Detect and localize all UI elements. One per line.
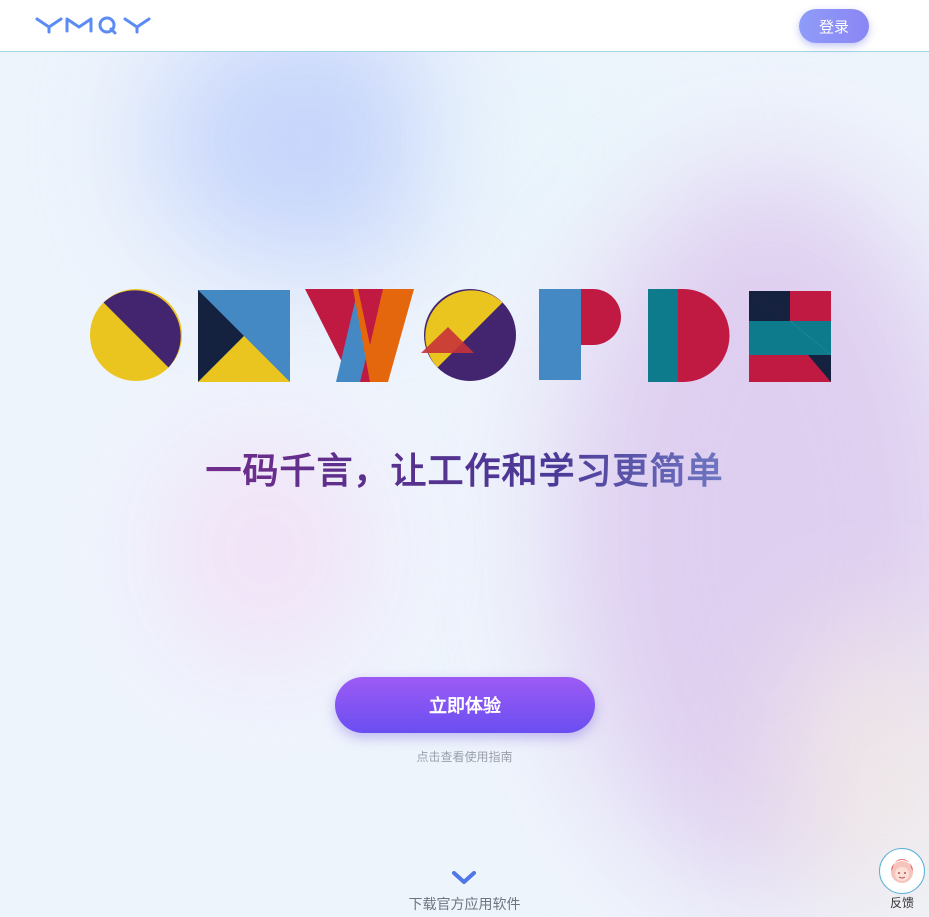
letter-k [198, 290, 290, 382]
feedback-label: 反馈 [889, 896, 914, 910]
hero-slogan: 一码千言，让工作和学习更简单 [0, 442, 929, 494]
letter-d [648, 289, 730, 382]
top-header: 登录 [0, 0, 929, 52]
letter-s [749, 291, 831, 382]
letter-w [305, 289, 414, 382]
letter-o-2 [421, 289, 516, 381]
letter-o-1 [90, 289, 182, 381]
download-app-link[interactable]: 下载官方应用软件 [0, 894, 929, 914]
try-now-button[interactable]: 立即体验 [335, 677, 595, 733]
support-avatar-icon [891, 859, 913, 883]
chevron-down-icon[interactable] [451, 869, 477, 887]
bg-blob [430, 40, 690, 260]
letter-p [539, 289, 621, 380]
feedback-button[interactable] [879, 848, 925, 894]
login-button[interactable]: 登录 [799, 9, 869, 43]
brand-wordmark [90, 289, 831, 382]
user-guide-link[interactable]: 点击查看使用指南 [0, 748, 929, 765]
feedback-widget[interactable]: 反馈 [879, 848, 927, 910]
logo[interactable] [35, 14, 151, 36]
